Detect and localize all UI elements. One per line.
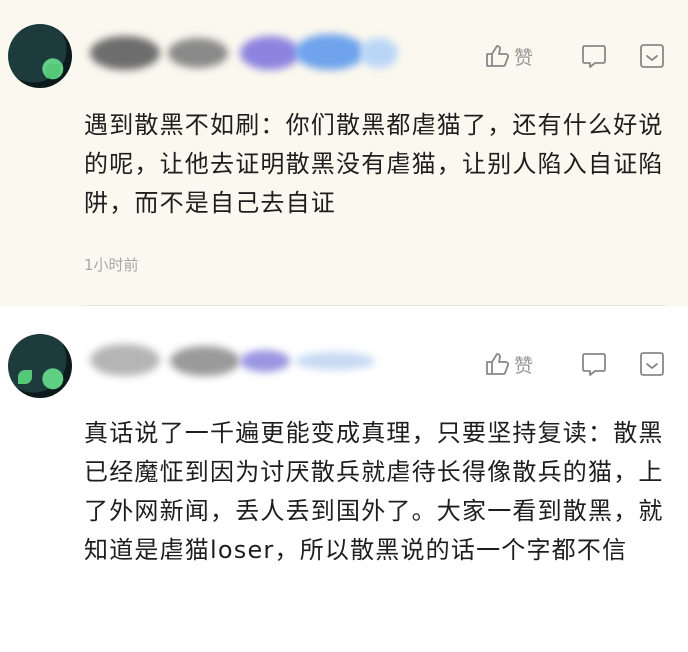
avatar-leaf-icon: [18, 370, 32, 384]
like-label: 赞: [514, 354, 534, 377]
comment-text: 真话说了一千遍更能变成真理，只要坚持复读：散黑已经魔怔到因为讨厌散兵就虐待长得像…: [84, 419, 664, 564]
more-options-icon: [640, 352, 664, 376]
user-avatar[interactable]: [8, 334, 72, 398]
user-avatar[interactable]: [8, 24, 72, 88]
thumbs-up-icon: [486, 353, 510, 375]
reply-bubble-icon: [582, 353, 606, 376]
comment-timestamp: 1小时前: [84, 256, 139, 274]
reply-button[interactable]: [558, 350, 630, 378]
like-button[interactable]: 赞: [484, 43, 558, 70]
more-options-button[interactable]: [630, 350, 666, 378]
blurred-username[interactable]: [90, 30, 400, 76]
thumbs-up-icon: [486, 45, 510, 67]
reply-button[interactable]: [558, 42, 630, 70]
more-options-icon: [640, 44, 664, 68]
like-button[interactable]: 赞: [484, 351, 558, 378]
blurred-username[interactable]: [90, 338, 390, 384]
like-label: 赞: [514, 46, 534, 69]
comment-text: 遇到散黑不如刷：你们散黑都虐猫了，还有什么好说的呢，让他去证明散黑没有虐猫，让别…: [84, 111, 664, 217]
reply-bubble-icon: [582, 45, 606, 68]
avatar-leaf-icon: [46, 64, 60, 78]
more-options-button[interactable]: [630, 42, 666, 70]
comment-item: 赞 遇到散黑不如刷：你们散黑都虐猫了，还有什么好说的呢，让他去证明散黑没有虐猫，…: [0, 0, 688, 306]
comment-divider: [82, 305, 666, 306]
